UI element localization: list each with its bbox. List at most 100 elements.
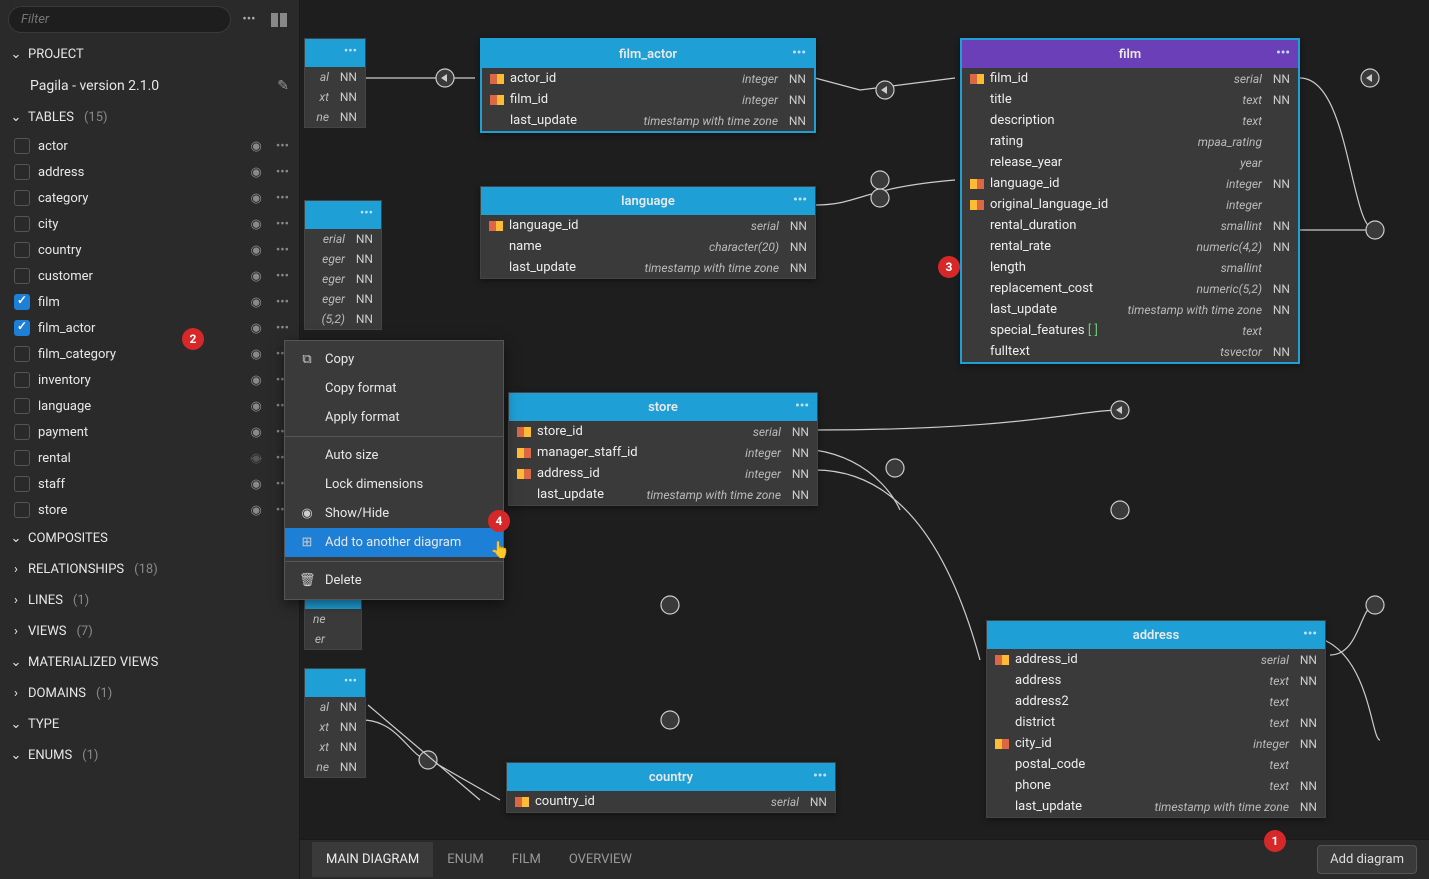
sidebar-table-language[interactable]: language ◉ ••• (0, 393, 299, 419)
entity-stub-4[interactable]: ••• alNNxtNNxtNNneNN (304, 668, 366, 778)
sidebar-table-payment[interactable]: payment ◉ ••• (0, 419, 299, 445)
eye-icon[interactable]: ◉ (250, 165, 261, 180)
columns-toggle-icon[interactable] (267, 8, 291, 32)
column-row[interactable]: phonetextNN (987, 775, 1325, 796)
column-row[interactable]: actor_idintegerNN (482, 68, 814, 89)
column-row[interactable]: lengthsmallint (962, 257, 1298, 278)
column-row[interactable]: film_idserialNN (962, 68, 1298, 89)
sidebar-table-city[interactable]: city ◉ ••• (0, 211, 299, 237)
entity-more-icon[interactable]: ••• (344, 44, 357, 59)
eye-icon[interactable]: ◉ (250, 451, 261, 466)
entity-language[interactable]: language••• language_idserialNNnamechara… (480, 186, 816, 279)
tables-section-header[interactable]: ⌄ TABLES (15) (0, 102, 299, 133)
eye-icon[interactable]: ◉ (250, 269, 261, 284)
column-row[interactable]: manager_staff_idintegerNN (509, 442, 817, 463)
ctx-auto-size[interactable]: Auto size (285, 441, 503, 470)
sidebar-table-category[interactable]: category ◉ ••• (0, 185, 299, 211)
more-icon[interactable]: ••• (276, 295, 289, 310)
checkbox[interactable] (14, 346, 30, 362)
column-row[interactable]: address_idintegerNN (509, 463, 817, 484)
checkbox[interactable] (14, 424, 30, 440)
entity-more-icon[interactable]: ••• (1276, 46, 1290, 61)
eye-icon[interactable]: ◉ (250, 347, 261, 362)
sidebar-table-address[interactable]: address ◉ ••• (0, 159, 299, 185)
column-row[interactable]: addresstextNN (987, 670, 1325, 691)
column-row[interactable]: rental_durationsmallintNN (962, 215, 1298, 236)
checkbox[interactable] (14, 372, 30, 388)
entity-country[interactable]: country••• country_idserialNN (506, 762, 836, 813)
sidebar-table-country[interactable]: country ◉ ••• (0, 237, 299, 263)
column-row[interactable]: last_updatetimestamp with time zoneNN (509, 484, 817, 505)
column-row[interactable]: store_idserialNN (509, 421, 817, 442)
sidebar-table-film_category[interactable]: film_category ◉ ••• (0, 341, 299, 367)
column-row[interactable]: descriptiontext (962, 110, 1298, 131)
ctx-show-hide[interactable]: ◉Show/Hide (285, 499, 503, 528)
column-row[interactable]: last_updatetimestamp with time zoneNN (987, 796, 1325, 817)
checkbox[interactable] (14, 320, 30, 336)
ctx-lock-dimensions[interactable]: Lock dimensions (285, 470, 503, 499)
filter-more-icon[interactable]: ••• (237, 8, 261, 32)
entity-more-icon[interactable]: ••• (795, 399, 809, 414)
checkbox[interactable] (14, 216, 30, 232)
column-row[interactable]: ratingmpaa_rating (962, 131, 1298, 152)
column-row[interactable]: film_idintegerNN (482, 89, 814, 110)
column-row[interactable]: last_updatetimestamp with time zoneNN (481, 257, 815, 278)
entity-film[interactable]: film••• film_idserialNNtitletextNNdescri… (960, 38, 1300, 364)
ctx-copy-format[interactable]: Copy format (285, 374, 503, 403)
sidebar-table-staff[interactable]: staff ◉ ••• (0, 471, 299, 497)
more-icon[interactable]: ••• (276, 139, 289, 154)
filter-input[interactable] (8, 6, 231, 33)
eye-icon[interactable]: ◉ (250, 139, 261, 154)
eye-icon[interactable]: ◉ (250, 217, 261, 232)
column-row[interactable]: replacement_costnumeric(5,2)NN (962, 278, 1298, 299)
entity-stub-1[interactable]: ••• alNNxtNNneNN (304, 38, 366, 128)
project-name-row[interactable]: Pagila - version 2.1.0 ✎ (0, 70, 299, 102)
sidebar-table-film[interactable]: film ◉ ••• (0, 289, 299, 315)
checkbox[interactable] (14, 476, 30, 492)
eye-icon[interactable]: ◉ (250, 425, 261, 440)
entity-stub-2[interactable]: ••• erialNNegerNNegerNNegerNN(5,2)NN (304, 200, 382, 330)
column-row[interactable]: city_idintegerNN (987, 733, 1325, 754)
checkbox[interactable] (14, 242, 30, 258)
eye-icon[interactable]: ◉ (250, 503, 261, 518)
sidebar-table-inventory[interactable]: inventory ◉ ••• (0, 367, 299, 393)
entity-more-icon[interactable]: ••• (793, 193, 807, 208)
sidebar-table-store[interactable]: store ◉ ••• (0, 497, 299, 523)
column-row[interactable]: language_idserialNN (481, 215, 815, 236)
checkbox[interactable] (14, 294, 30, 310)
checkbox[interactable] (14, 138, 30, 154)
sidebar-table-rental[interactable]: rental ◉ ••• (0, 445, 299, 471)
sidebar-table-actor[interactable]: actor ◉ ••• (0, 133, 299, 159)
column-row[interactable]: last_updatetimestamp with time zoneNN (482, 110, 814, 131)
entity-more-icon[interactable]: ••• (360, 206, 373, 221)
entity-film-actor[interactable]: film_actor••• actor_idintegerNNfilm_idin… (480, 38, 816, 133)
checkbox[interactable] (14, 502, 30, 518)
column-row[interactable]: special_features [ ]text (962, 320, 1298, 341)
relationships-section-header[interactable]: › RELATIONSHIPS (18) (0, 554, 299, 585)
column-row[interactable]: namecharacter(20)NN (481, 236, 815, 257)
project-section-header[interactable]: ⌄ PROJECT (0, 39, 299, 70)
column-row[interactable]: districttextNN (987, 712, 1325, 733)
checkbox[interactable] (14, 450, 30, 466)
eye-icon[interactable]: ◉ (250, 191, 261, 206)
column-row[interactable]: postal_codetext (987, 754, 1325, 775)
sidebar-table-customer[interactable]: customer ◉ ••• (0, 263, 299, 289)
column-row[interactable]: rental_ratenumeric(4,2)NN (962, 236, 1298, 257)
column-row[interactable]: address2text (987, 691, 1325, 712)
eye-icon[interactable]: ◉ (250, 373, 261, 388)
entity-store[interactable]: store••• store_idserialNNmanager_staff_i… (508, 392, 818, 506)
composites-section-header[interactable]: ⌄ COMPOSITES (0, 523, 299, 554)
eye-icon[interactable]: ◉ (250, 295, 261, 310)
entity-more-icon[interactable]: ••• (813, 769, 827, 784)
column-row[interactable]: titletextNN (962, 89, 1298, 110)
tab-film[interactable]: FILM (498, 842, 555, 877)
tab-main-diagram[interactable]: MAIN DIAGRAM (312, 842, 433, 877)
tab-enum[interactable]: ENUM (433, 842, 497, 877)
column-row[interactable]: release_yearyear (962, 152, 1298, 173)
column-row[interactable]: language_idintegerNN (962, 173, 1298, 194)
ctx-delete[interactable]: 🗑Delete (285, 566, 503, 595)
entity-more-icon[interactable]: ••• (792, 46, 806, 61)
checkbox[interactable] (14, 398, 30, 414)
more-icon[interactable]: ••• (276, 217, 289, 232)
more-icon[interactable]: ••• (276, 165, 289, 180)
